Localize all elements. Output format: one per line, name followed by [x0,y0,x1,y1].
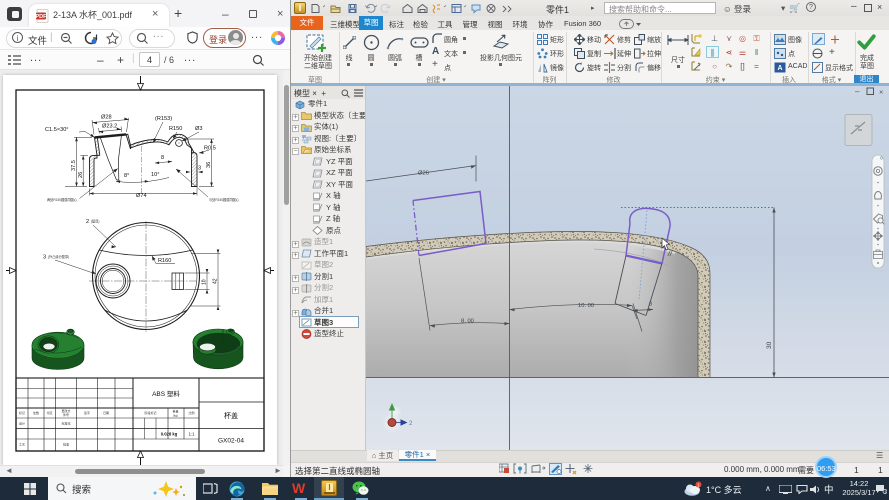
svg-text:42: 42 [213,278,219,284]
svg-text:10°: 10° [151,172,159,178]
svg-text:A: A [777,65,782,72]
svg-text:PDF: PDF [36,14,47,20]
svg-text:C1.5×30°: C1.5×30° [45,127,69,133]
svg-text:比例: 比例 [188,410,194,415]
svg-text:R0.5: R0.5 [204,146,216,152]
svg-text:10: 10 [202,279,208,285]
svg-text:ABS 塑料: ABS 塑料 [152,389,180,398]
svg-text:Ø74: Ø74 [136,193,147,199]
svg-text:3: 3 [43,255,46,261]
svg-text:1: 1 [884,489,887,494]
svg-text:0.028 kg: 0.028 kg [161,432,178,437]
svg-text:设计: 设计 [19,421,25,426]
svg-text:10. 00: 10. 00 [578,303,594,309]
svg-text:日期: 日期 [103,410,109,415]
svg-text:(kg): (kg) [173,414,178,418]
svg-text:8: 8 [161,155,164,161]
svg-text:2: 2 [86,219,89,225]
svg-text:R150: R150 [169,126,182,132]
svg-text:处数: 处数 [33,410,39,415]
svg-text:工艺: 工艺 [19,442,25,447]
svg-text:1:1: 1:1 [189,432,195,437]
svg-text:(外凸缘分壁厚): (外凸缘分壁厚) [48,254,69,259]
svg-text:杯盖: 杯盖 [224,411,238,420]
svg-text:3: 3 [198,166,201,172]
svg-text:–: – [855,87,860,96]
svg-text:R160: R160 [158,258,171,264]
svg-text:两处R150圆弧同圆心: 两处R150圆弧同圆心 [47,197,78,202]
svg-text:Ø23.2: Ø23.2 [102,124,117,130]
svg-text:分区: 分区 [46,410,52,415]
svg-text:8: 8 [649,301,652,307]
svg-text:Ø26: Ø26 [418,170,429,176]
svg-text:26: 26 [78,172,84,178]
svg-text:批准: 批准 [63,442,69,447]
svg-text:8. 00: 8. 00 [461,318,474,324]
svg-text:8°: 8° [124,173,129,179]
svg-text:标记: 标记 [19,410,25,415]
svg-text:Ø3: Ø3 [195,126,202,132]
svg-text:Ø28: Ø28 [101,115,112,121]
svg-text:阶段标记: 阶段标记 [144,410,156,415]
svg-text:×: × [879,87,883,96]
svg-text:(R153): (R153) [155,116,172,122]
svg-text:37.5: 37.5 [71,160,77,171]
svg-text:GX02-04: GX02-04 [218,438,244,445]
svg-text:件号: 件号 [63,412,69,417]
svg-text:36: 36 [206,162,212,168]
svg-text:(壁厚): (壁厚) [91,219,100,224]
svg-text:与处R150圆弧同圆心: 与处R150圆弧同圆心 [209,197,240,202]
svg-text:签字: 签字 [84,410,90,415]
svg-text:30: 30 [766,341,773,349]
svg-text:标准化: 标准化 [61,421,70,426]
